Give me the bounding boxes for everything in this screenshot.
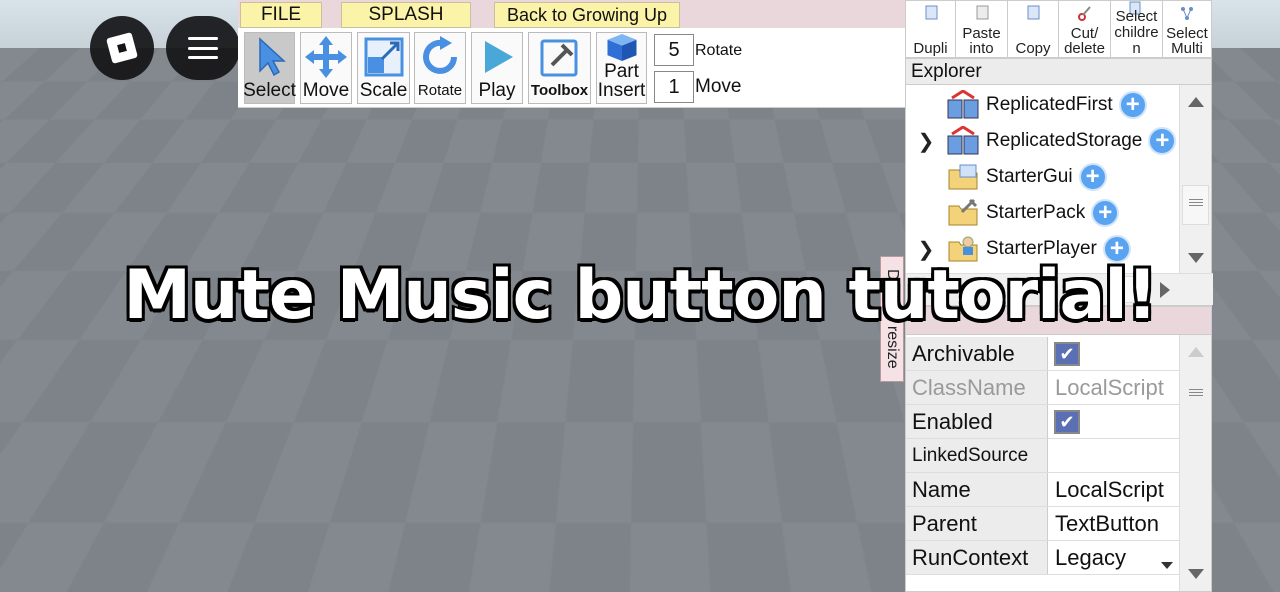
explorer-item-starterpack[interactable]: StarterPack + bbox=[906, 195, 1120, 231]
studio-toolbar: FILE SPLASH Back to Growing Up Select Mo… bbox=[238, 0, 905, 108]
cursor-icon bbox=[258, 37, 286, 77]
copy-icon bbox=[1027, 5, 1040, 20]
archivable-checkbox[interactable]: ✔ bbox=[1054, 342, 1080, 366]
starter-gui-icon bbox=[948, 164, 978, 190]
linkedsource-field[interactable] bbox=[1049, 439, 1179, 472]
explorer-item-replicatedfirst[interactable]: ReplicatedFirst + bbox=[906, 87, 1147, 123]
paste-into-button[interactable]: Paste into bbox=[956, 1, 1008, 58]
properties-vertical-scrollbar[interactable] bbox=[1179, 335, 1211, 591]
edit-actions-bar: Dupli Paste into Copy Cut/ delete Select… bbox=[905, 0, 1212, 58]
part-cube-icon bbox=[607, 33, 636, 62]
replicated-first-icon bbox=[947, 90, 979, 119]
runcontext-dropdown[interactable]: Legacy bbox=[1049, 541, 1179, 574]
part-insert-button[interactable]: Part Insert bbox=[596, 32, 647, 104]
rotate-snap-label: Rotate bbox=[695, 42, 743, 59]
tab-file[interactable]: FILE bbox=[240, 2, 322, 28]
toolbox-icon bbox=[540, 39, 577, 77]
move-snap-input[interactable]: 1 bbox=[654, 71, 694, 103]
hamburger-menu-button[interactable] bbox=[166, 16, 240, 80]
add-child-button[interactable]: + bbox=[1148, 127, 1177, 155]
starter-pack-icon bbox=[948, 198, 978, 226]
duplicate-icon bbox=[925, 5, 937, 20]
duplicate-button[interactable]: Dupli bbox=[906, 1, 956, 58]
paste-icon bbox=[976, 5, 988, 20]
play-icon bbox=[485, 41, 513, 73]
move-tool-button[interactable]: Move bbox=[300, 32, 352, 104]
scroll-up-icon[interactable] bbox=[1188, 97, 1204, 107]
add-child-button[interactable]: + bbox=[1091, 199, 1120, 227]
select-multi-button[interactable]: Select Multi bbox=[1163, 1, 1211, 58]
tab-splash[interactable]: SPLASH bbox=[341, 2, 471, 28]
properties-panel: Archivable ✔ ClassName LocalScript Enabl… bbox=[905, 306, 1212, 592]
property-row-runcontext[interactable]: RunContext Legacy bbox=[906, 541, 1179, 575]
enabled-checkbox[interactable]: ✔ bbox=[1054, 410, 1080, 434]
name-field[interactable]: LocalScript bbox=[1049, 473, 1179, 506]
explorer-title: Explorer bbox=[906, 59, 1211, 85]
expand-chevron-icon[interactable]: ❯ bbox=[906, 129, 946, 154]
toolbox-button[interactable]: Toolbox bbox=[528, 32, 591, 104]
toolbar-tabs: FILE SPLASH Back to Growing Up bbox=[238, 0, 905, 28]
replicated-storage-icon bbox=[947, 126, 979, 155]
dropdown-arrow-icon[interactable] bbox=[1161, 562, 1173, 569]
move-arrows-icon bbox=[305, 36, 347, 78]
tutorial-title-overlay: Mute Music button tutorial! bbox=[122, 255, 1159, 337]
rotate-tool-button[interactable]: Rotate bbox=[414, 32, 466, 104]
hamburger-icon bbox=[188, 37, 218, 59]
scroll-down-icon[interactable] bbox=[1188, 569, 1204, 579]
decal-part[interactable] bbox=[185, 380, 385, 490]
property-row-classname: ClassName LocalScript bbox=[906, 371, 1179, 405]
cut-icon bbox=[1077, 6, 1091, 21]
roblox-logo-button[interactable] bbox=[90, 16, 154, 80]
roblox-logo-icon bbox=[106, 32, 138, 64]
explorer-item-startergui[interactable]: StarterGui + bbox=[906, 159, 1107, 195]
select-multi-icon bbox=[1181, 7, 1193, 20]
copy-button[interactable]: Copy bbox=[1008, 1, 1059, 58]
select-children-button[interactable]: Select childre n bbox=[1111, 1, 1163, 58]
select-tool-button[interactable]: Select bbox=[243, 32, 296, 104]
scale-icon bbox=[364, 37, 403, 77]
property-row-parent[interactable]: Parent TextButton bbox=[906, 507, 1179, 541]
property-row-name[interactable]: Name LocalScript bbox=[906, 473, 1179, 507]
explorer-item-replicatedstorage[interactable]: ❯ ReplicatedStorage + bbox=[906, 123, 1177, 159]
rotate-icon bbox=[423, 36, 457, 74]
parent-field[interactable]: TextButton bbox=[1049, 507, 1179, 540]
rotate-snap-input[interactable]: 5 bbox=[654, 34, 694, 66]
play-button[interactable]: Play bbox=[471, 32, 523, 104]
add-child-button[interactable]: + bbox=[1118, 91, 1147, 119]
move-snap-label: Move bbox=[695, 76, 742, 97]
scale-tool-button[interactable]: Scale bbox=[357, 32, 410, 104]
property-row-linkedsource[interactable]: LinkedSource bbox=[906, 439, 1179, 473]
property-row-enabled[interactable]: Enabled ✔ bbox=[906, 405, 1179, 439]
explorer-vertical-scrollbar[interactable] bbox=[1179, 85, 1211, 273]
property-row-archivable[interactable]: Archivable ✔ bbox=[906, 337, 1179, 371]
scroll-up-icon[interactable] bbox=[1188, 347, 1204, 357]
add-child-button[interactable]: + bbox=[1078, 163, 1107, 191]
tab-back-to-growing-up[interactable]: Back to Growing Up bbox=[494, 2, 680, 28]
cut-delete-button[interactable]: Cut/ delete bbox=[1059, 1, 1111, 58]
